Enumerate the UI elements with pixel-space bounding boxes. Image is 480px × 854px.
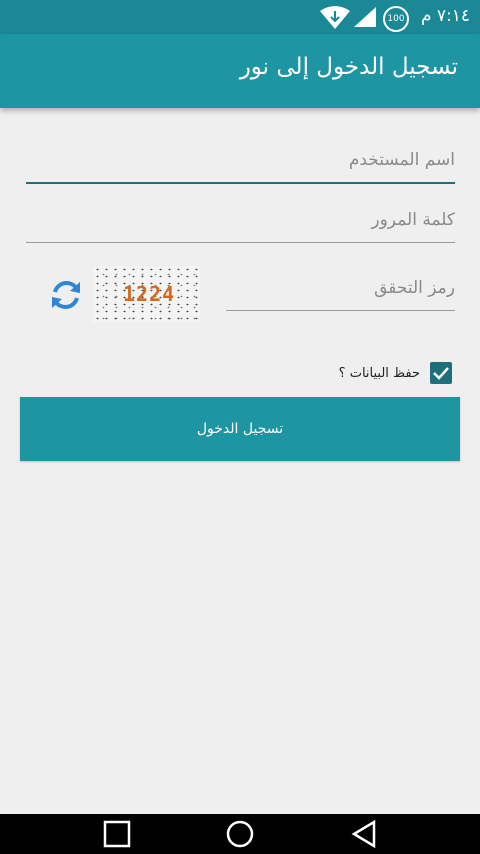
battery-icon: 100	[383, 6, 409, 32]
remember-checkbox[interactable]	[430, 362, 452, 384]
captcha-image: 1224	[93, 266, 200, 322]
recents-icon[interactable]	[103, 820, 131, 848]
wifi-icon	[320, 6, 350, 29]
refresh-icon	[52, 281, 80, 309]
captcha-field	[226, 274, 455, 311]
back-icon[interactable]	[350, 820, 378, 848]
login-button[interactable]: تسجيل الدخول	[20, 397, 460, 461]
signal-icon	[354, 7, 376, 27]
password-field	[26, 206, 455, 243]
app-bar: تسجيل الدخول إلى نور	[0, 34, 480, 108]
checkmark-icon	[433, 367, 449, 380]
remember-row: حفظ البيانات ؟	[339, 362, 452, 384]
home-icon[interactable]	[225, 820, 255, 850]
username-input[interactable]	[26, 146, 455, 174]
remember-label: حفظ البيانات ؟	[338, 365, 420, 381]
captcha-input[interactable]	[226, 274, 455, 302]
navigation-bar	[0, 814, 480, 854]
refresh-captcha-button[interactable]	[47, 276, 85, 314]
status-time: ٧:١٤ م	[420, 6, 470, 26]
username-field	[26, 146, 455, 184]
page-title: تسجيل الدخول إلى نور	[239, 54, 458, 80]
password-input[interactable]	[26, 206, 455, 234]
captcha-code: 1224	[123, 282, 176, 306]
status-bar: ٧:١٤ م 100	[0, 0, 480, 34]
